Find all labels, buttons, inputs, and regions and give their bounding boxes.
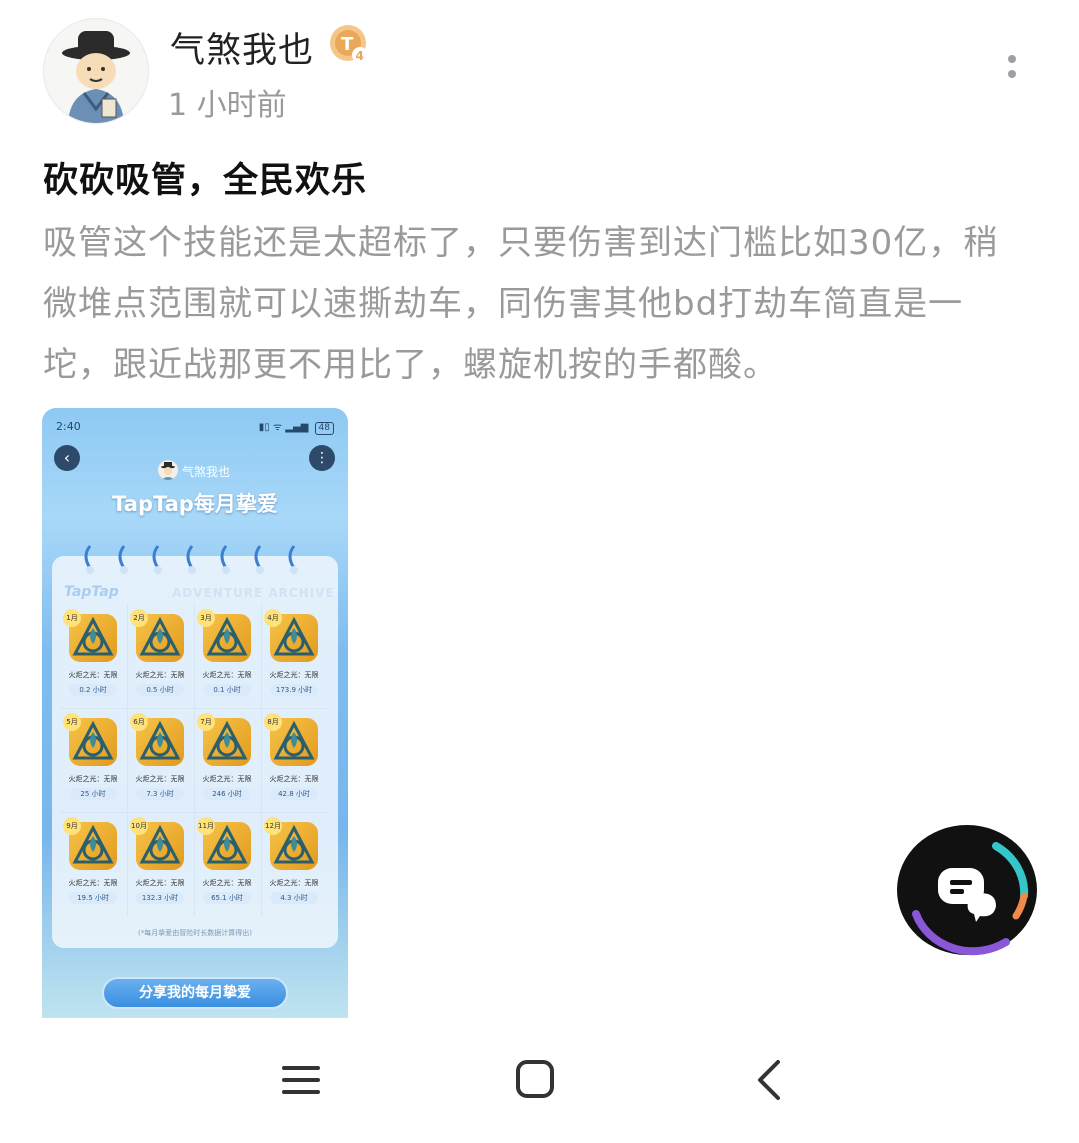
- post-title: 砍砍吸管，全民欢乐: [43, 161, 368, 201]
- month-label: 11月: [197, 817, 215, 835]
- month-cell: 2月火炬之光：无限 0.5 小时: [127, 604, 193, 708]
- level-badge-icon: T 4: [329, 24, 369, 64]
- post-image[interactable]: 2:40 ▮▯ ᯤ ▂▄▆ 48 ‹ ⋮ 气煞我也 TapTap每月挚爱 Tap…: [42, 408, 348, 1018]
- play-hours: 25 小时: [69, 788, 117, 800]
- game-name: 火炬之光：无限: [269, 775, 319, 783]
- system-nav-bar: [0, 1030, 1079, 1143]
- month-cell: 7月火炬之光：无限 246 小时: [194, 708, 260, 812]
- month-label: 5月: [63, 713, 81, 731]
- game-name: 火炬之光：无限: [269, 671, 319, 679]
- play-hours: 4.3 小时: [270, 892, 318, 904]
- month-label: 1月: [63, 609, 81, 627]
- status-time: 2:40: [56, 420, 81, 433]
- play-hours: 7.3 小时: [136, 788, 184, 800]
- play-hours: 65.1 小时: [203, 892, 251, 904]
- month-cell: 9月火炬之光：无限 19.5 小时: [60, 812, 126, 916]
- more-icon[interactable]: ⋮: [309, 445, 335, 471]
- month-label: 8月: [264, 713, 282, 731]
- month-cell: 11月火炬之光：无限 65.1 小时: [194, 812, 260, 916]
- month-cell: 1月火炬之光：无限 0.2 小时: [60, 604, 126, 708]
- more-vertical-icon[interactable]: [1000, 55, 1024, 89]
- month-cell: 5月火炬之光：无限 25 小时: [60, 708, 126, 812]
- month-cell: 8月火炬之光：无限 42.8 小时: [261, 708, 327, 812]
- screenshot-username: 气煞我也: [182, 465, 231, 479]
- taptap-logo: TapTap: [64, 584, 119, 600]
- month-label: 4月: [264, 609, 282, 627]
- play-hours: 0.5 小时: [136, 684, 184, 696]
- avatar-illustration: [44, 19, 148, 123]
- svg-text:T: T: [341, 34, 354, 55]
- month-label: 7月: [197, 713, 215, 731]
- svg-text:4: 4: [356, 49, 364, 63]
- calendar-rings: [84, 545, 298, 574]
- play-hours: 0.1 小时: [203, 684, 251, 696]
- back-arrow-icon[interactable]: [750, 1058, 794, 1102]
- month-label: 10月: [130, 817, 148, 835]
- play-hours: 19.5 小时: [69, 892, 117, 904]
- back-icon[interactable]: ‹: [54, 445, 80, 471]
- play-hours: 42.8 小时: [270, 788, 318, 800]
- month-cell: 3月火炬之光：无限 0.1 小时: [194, 604, 260, 708]
- month-cell: 6月火炬之光：无限 7.3 小时: [127, 708, 193, 812]
- game-name: 火炬之光：无限: [135, 775, 185, 783]
- month-cell: 12月火炬之光：无限 4.3 小时: [261, 812, 327, 916]
- small-avatar: [158, 460, 178, 480]
- game-name: 火炬之光：无限: [202, 775, 252, 783]
- month-label: 12月: [264, 817, 282, 835]
- home-square-icon[interactable]: [514, 1058, 558, 1102]
- footnote: (*每月挚爱由冒险时长数据计算得出): [138, 929, 252, 937]
- status-icons: ▮▯ ᯤ ▂▄▆ 48: [259, 419, 334, 435]
- share-button[interactable]: 分享我的每月挚爱: [102, 977, 288, 1009]
- month-label: 2月: [130, 609, 148, 627]
- game-name: 火炬之光：无限: [135, 671, 185, 679]
- post-body: 吸管这个技能还是太超标了，只要伤害到达门槛比如30亿，稍微堆点范围就可以速撕劫车…: [43, 223, 999, 385]
- game-name: 火炬之光：无限: [68, 879, 118, 887]
- battery-icon: 48: [314, 422, 334, 435]
- play-hours: 0.2 小时: [69, 684, 117, 696]
- month-cell: 4月火炬之光：无限 173.9 小时: [261, 604, 327, 708]
- author-name[interactable]: 气煞我也: [170, 22, 314, 73]
- game-name: 火炬之光：无限: [202, 671, 252, 679]
- month-label: 6月: [130, 713, 148, 731]
- month-label: 9月: [63, 817, 81, 835]
- author-avatar[interactable]: [43, 18, 149, 124]
- card-subtitle: ADVENTURE ARCHIVE: [172, 586, 335, 600]
- chat-bubble-icon[interactable]: [896, 824, 1038, 956]
- game-name: 火炬之光：无限: [202, 879, 252, 887]
- menu-icon[interactable]: [280, 1058, 324, 1102]
- screenshot-title: TapTap每月挚爱: [112, 492, 278, 516]
- game-name: 火炬之光：无限: [68, 775, 118, 783]
- game-name: 火炬之光：无限: [68, 671, 118, 679]
- play-hours: 132.3 小时: [136, 892, 184, 904]
- play-hours: 246 小时: [203, 788, 251, 800]
- game-name: 火炬之光：无限: [269, 879, 319, 887]
- month-label: 3月: [197, 609, 215, 627]
- month-cell: 10月火炬之光：无限 132.3 小时: [127, 812, 193, 916]
- game-name: 火炬之光：无限: [135, 879, 185, 887]
- play-hours: 173.9 小时: [270, 684, 318, 696]
- post-time: 1 小时前: [168, 88, 287, 123]
